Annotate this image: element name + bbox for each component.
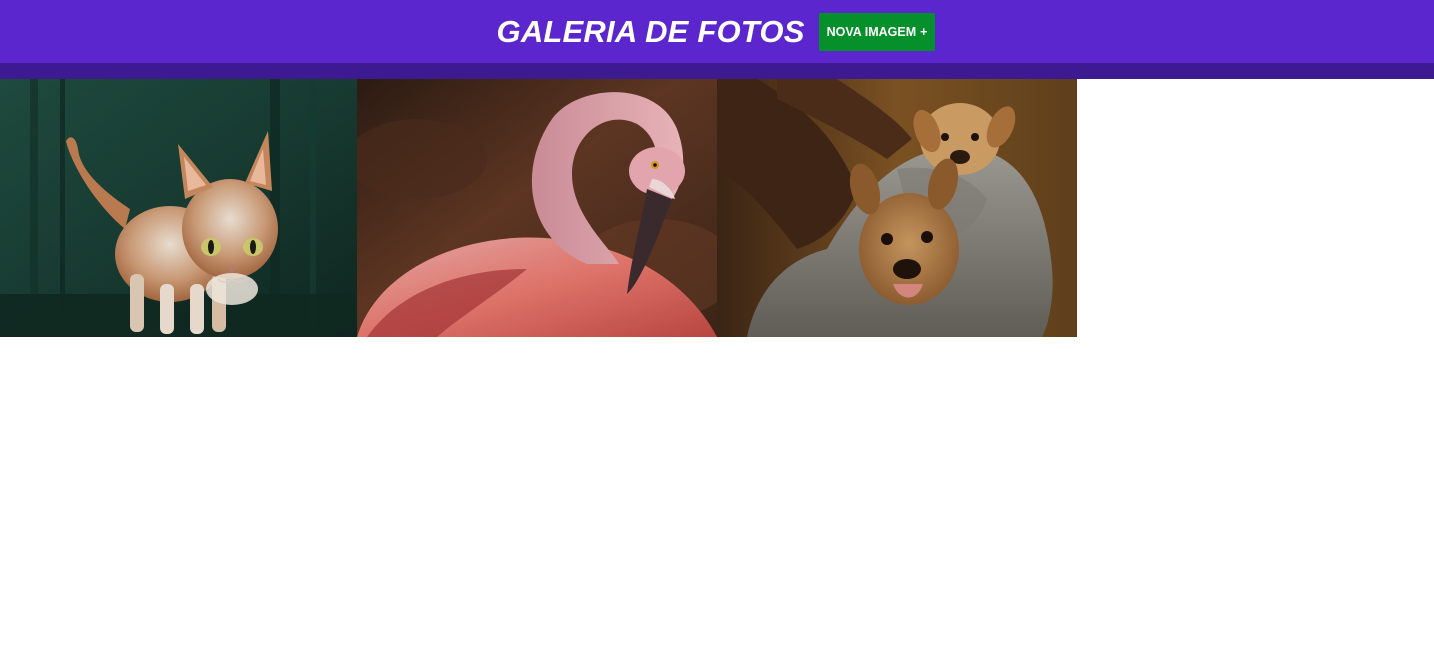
plus-icon: + — [920, 24, 928, 39]
header-content: GALERIA DE FOTOS NOVA IMAGEM + — [496, 12, 936, 51]
page-title: GALERIA DE FOTOS — [496, 14, 805, 49]
app-header: GALERIA DE FOTOS NOVA IMAGEM + — [0, 0, 1434, 63]
gallery-image-flamingo[interactable] — [357, 79, 717, 337]
cat-image — [0, 79, 357, 337]
gallery-image-cat[interactable] — [0, 79, 357, 337]
header-divider-bar — [0, 63, 1434, 79]
new-image-button-label: NOVA IMAGEM — [826, 24, 917, 39]
gallery-image-puppies[interactable] — [717, 79, 1077, 337]
flamingo-image — [357, 79, 717, 337]
new-image-button[interactable]: NOVA IMAGEM + — [818, 12, 936, 51]
photo-gallery — [0, 79, 1077, 337]
puppies-image — [717, 79, 1077, 337]
